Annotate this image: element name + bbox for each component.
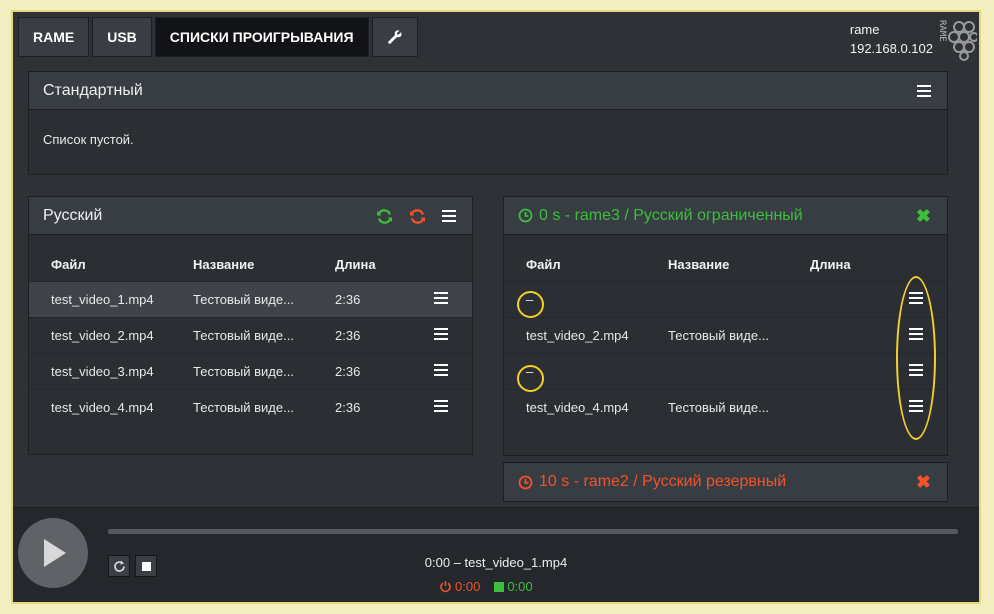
row-file: test_video_2.mp4 [504,317,668,354]
playlist-russian: Русский Файл Название Длина test_video_1… [28,196,473,455]
table-row[interactable]: test_video_3.mp4 Тестовый виде... 2:36 [29,353,472,390]
playlist-reserve: 10 s - rame2 / Русский резервный ✖ [503,462,948,502]
host-ip: 192.168.0.102 [849,41,933,56]
playlist-limited: 0 s - rame3 / Русский ограниченный ✖ Фай… [503,196,948,456]
row-file: test_video_4.mp4 [504,389,668,425]
row-menu-icon[interactable] [434,328,448,340]
row-title [668,281,810,318]
settings-button[interactable] [371,17,418,57]
table-row[interactable]: test_video_4.mp4 Тестовый виде... 2:36 [29,389,472,425]
sync-icon[interactable] [376,208,393,225]
row-length [810,353,880,390]
row-menu-icon[interactable] [909,292,923,304]
top-nav: RAME USB СПИСКИ ПРОИГРЫВАНИЯ [18,17,418,59]
table-header-row: Файл Название Длина [504,247,947,282]
menu-icon[interactable] [442,210,456,222]
table-header-row: Файл Название Длина [29,247,472,282]
row-title: Тестовый виде... [193,353,335,390]
row-length [810,317,880,354]
playlist-table: Файл Название Длина test_video_1.mp4 Тес… [29,247,472,425]
table-row[interactable]: test_video_4.mp4 Тестовый виде... [504,389,947,425]
app-frame: RAME USB СПИСКИ ПРОИГРЫВАНИЯ rame 192.16… [13,12,979,602]
table-row[interactable]: – [504,281,947,318]
row-menu-icon[interactable] [909,364,923,376]
row-menu-icon[interactable] [909,328,923,340]
row-title [668,353,810,390]
table-row[interactable]: test_video_1.mp4 Тестовый виде... 2:36 [29,281,472,318]
sync-alert-icon[interactable] [409,208,426,225]
column-header-title: Название [668,256,730,272]
playlist-table: Файл Название Длина – test_video_2.mp4 Т… [504,247,947,425]
row-length: 2:36 [335,389,405,425]
column-header-length: Длина [335,256,376,272]
column-header-length: Длина [810,256,851,272]
row-title: Тестовый виде... [193,317,335,354]
close-icon[interactable]: ✖ [916,472,931,493]
stop-time: 0:00 [494,579,533,594]
row-length: 2:36 [335,353,405,390]
row-length: 2:36 [335,317,405,354]
row-length [810,281,880,318]
stop-time-value: 0:00 [507,579,533,594]
host-info: rame 192.168.0.102 [850,20,933,58]
row-title: Тестовый виде... [193,389,335,425]
wrench-icon [387,30,402,44]
clock-icon [518,475,533,489]
row-title: Тестовый виде... [193,281,335,318]
time-indicators: 0:00 0:00 [439,579,533,594]
row-length [810,389,880,425]
menu-icon[interactable] [917,85,931,97]
row-file: test_video_4.mp4 [29,389,193,425]
panel-title: Стандартный [43,81,143,99]
row-menu-icon[interactable] [434,292,448,304]
row-length: 2:36 [335,281,405,318]
player-bar: 0:00 – test_video_1.mp4 0:00 0:00 [13,507,979,602]
column-header-file: Файл [51,256,86,272]
power-icon [440,581,451,593]
table-row[interactable]: – [504,353,947,390]
clock-icon [518,208,533,223]
panel-header: 10 s - rame2 / Русский резервный ✖ [504,463,947,501]
panel-title: 10 s - rame2 / Русский резервный [539,473,787,490]
row-title: Тестовый виде... [668,317,810,354]
column-header-file: Файл [526,256,561,272]
now-playing: 0:00 – test_video_1.mp4 [424,555,568,570]
row-title: Тестовый виде... [668,389,810,425]
row-file: test_video_1.mp4 [29,281,193,318]
close-icon[interactable]: ✖ [916,206,931,227]
tab-usb[interactable]: USB [92,17,152,57]
playlist-standard: Стандартный Список пустой. [28,71,948,175]
row-file: – [504,281,668,318]
tab-playlists[interactable]: СПИСКИ ПРОИГРЫВАНИЯ [154,17,369,57]
row-file: – [504,353,668,390]
empty-list-text: Список пустой. [43,132,134,147]
row-file: test_video_2.mp4 [29,317,193,354]
logo-text: RAME [937,20,947,42]
table-row[interactable]: test_video_2.mp4 Тестовый виде... [504,317,947,354]
power-time: 0:00 [439,579,480,594]
tab-rame[interactable]: RAME [18,17,90,57]
power-time-value: 0:00 [455,579,481,594]
progress-bar[interactable] [108,529,958,534]
row-menu-icon[interactable] [909,400,923,412]
row-menu-icon[interactable] [434,364,448,376]
host-name: rame [849,22,880,37]
rame-logo-icon: RAME [937,20,977,61]
column-header-title: Название [193,256,255,272]
row-file: test_video_3.mp4 [29,353,193,390]
row-menu-icon[interactable] [434,400,448,412]
table-row[interactable]: test_video_2.mp4 Тестовый виде... 2:36 [29,317,472,354]
square-icon [494,581,505,592]
panel-header: 0 s - rame3 / Русский ограниченный ✖ [504,197,947,235]
panel-header: Стандартный [29,72,947,110]
panel-title: Русский [43,206,103,224]
panel-header: Русский [29,197,472,235]
panel-title: 0 s - rame3 / Русский ограниченный [539,206,803,224]
play-button[interactable] [18,518,88,588]
